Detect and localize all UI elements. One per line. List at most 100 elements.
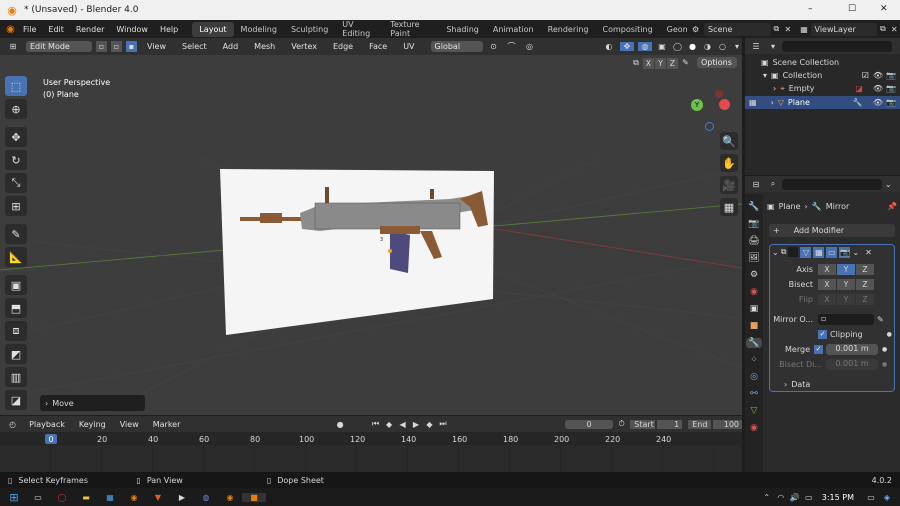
gizmo-x-axis[interactable] xyxy=(719,99,730,110)
blender-launcher-icon[interactable]: ◉ xyxy=(218,493,242,502)
scene-tab-icon[interactable]: ⚙ xyxy=(750,270,758,280)
on-cage-toggle-icon[interactable]: ▦ xyxy=(813,246,825,258)
timeline-menu-playback[interactable]: Playback xyxy=(23,420,71,429)
flip-z-toggle[interactable]: Z xyxy=(856,293,874,305)
bevel-icon[interactable]: ◩ xyxy=(5,344,27,364)
particles-tab-icon[interactable]: ⁘ xyxy=(750,355,758,365)
empty-camera-icon[interactable]: 📷 xyxy=(886,84,896,93)
scene-field[interactable]: Scene xyxy=(704,22,771,36)
bisect-y-toggle[interactable]: Y xyxy=(837,278,855,290)
bisect-x-toggle[interactable]: X xyxy=(818,278,836,290)
merge-distance-field[interactable]: 0.001 m xyxy=(826,343,878,355)
face-select-icon[interactable]: ▪ xyxy=(126,41,137,52)
edit-mode-icon[interactable]: ▦ xyxy=(749,98,757,107)
editor-type-icon[interactable]: ⊞ xyxy=(4,42,22,51)
transform-icon[interactable]: ⊞ xyxy=(5,196,27,216)
blender-menu-icon[interactable]: ◉ xyxy=(4,24,17,35)
gizmo-z-axis[interactable] xyxy=(715,90,723,98)
expand-arrow-icon-2[interactable]: › xyxy=(773,84,776,93)
tray-chevron-icon[interactable]: ⌃ xyxy=(760,493,774,502)
edit-mode-toggle-icon[interactable]: ▽ xyxy=(800,246,812,258)
view-layer-tab-icon[interactable]: 🖼 xyxy=(748,253,759,263)
loop-cut-icon[interactable]: ▥ xyxy=(5,367,27,387)
scale-icon[interactable]: ⤡ xyxy=(5,173,27,193)
plane-camera-icon[interactable]: 📷 xyxy=(886,98,896,107)
tab-sculpting[interactable]: Sculpting xyxy=(284,22,335,37)
outliner-editor-icon[interactable]: ☰ xyxy=(748,42,764,51)
shading-rendered-icon[interactable]: ○ xyxy=(717,42,728,51)
flip-y-toggle[interactable]: Y xyxy=(837,293,855,305)
merge-checkbox[interactable]: ✓ xyxy=(814,344,823,354)
play-reverse-icon[interactable]: ◀ xyxy=(397,420,408,429)
notifications-icon[interactable]: ▭ xyxy=(864,493,878,502)
last-operator-panel[interactable]: › Move xyxy=(40,395,145,411)
media-player-icon[interactable]: ▶ xyxy=(170,493,194,502)
timeline-menu-keying[interactable]: Keying xyxy=(73,420,112,429)
move-icon[interactable]: ✥ xyxy=(5,127,27,147)
clipping-checkbox[interactable]: ✓ xyxy=(818,329,827,339)
navigation-gizmo[interactable]: Y xyxy=(685,90,735,131)
empty-eye-icon[interactable]: 👁 xyxy=(873,84,883,93)
expand-arrow-icon[interactable]: ▾ xyxy=(763,71,767,80)
data-subpanel[interactable]: › Data xyxy=(770,378,894,390)
bisect-z-toggle[interactable]: Z xyxy=(856,278,874,290)
properties-editor-icon[interactable]: ⊟ xyxy=(748,180,764,189)
vp-menu-vertex[interactable]: Vertex xyxy=(285,42,323,51)
annotate-icon[interactable]: ✎ xyxy=(5,224,27,244)
transform-orientation-dropdown[interactable]: Global xyxy=(430,41,483,52)
merge-keyframe-icon[interactable]: ● xyxy=(882,346,887,353)
current-frame-field[interactable]: 0 xyxy=(565,419,613,429)
3d-viewport[interactable]: ⊞ Edit Mode ▫ ▫ ▪ View Select Add Mesh V… xyxy=(0,38,742,415)
properties-search[interactable] xyxy=(782,178,882,190)
vp-menu-select[interactable]: Select xyxy=(176,42,213,51)
file-explorer-icon[interactable]: ▬ xyxy=(74,493,98,502)
gizmo-y-axis[interactable]: Y xyxy=(691,99,703,111)
battery-icon[interactable]: ▭ xyxy=(802,493,816,502)
timeline-editor-icon[interactable]: ◴ xyxy=(4,420,21,429)
mirror-y-toggle[interactable]: Y xyxy=(655,58,666,69)
menu-window[interactable]: Window xyxy=(110,25,154,34)
add-cube-icon[interactable]: ▣ xyxy=(5,275,27,295)
reference-image-plane[interactable]: 3 xyxy=(220,169,496,335)
remove-view-layer-icon[interactable]: ✕ xyxy=(889,25,900,34)
pan-hand-icon[interactable]: ✋ xyxy=(720,154,738,172)
expand-arrow-icon-3[interactable]: › xyxy=(771,98,774,107)
mirror-object-field[interactable]: ▫ xyxy=(818,313,874,325)
scene-collection-row[interactable]: ▣ Scene Collection xyxy=(745,56,900,68)
menu-render[interactable]: Render xyxy=(70,25,110,34)
copilot-icon[interactable]: ◈ xyxy=(878,493,896,502)
proportional-edit-icon[interactable]: ◎ xyxy=(523,42,537,51)
vp-menu-edge[interactable]: Edge xyxy=(327,42,359,51)
measure-icon[interactable]: 📐 xyxy=(5,247,27,267)
menu-edit[interactable]: Edit xyxy=(42,25,70,34)
knife-icon[interactable]: ◪ xyxy=(5,390,27,410)
vp-menu-add[interactable]: Add xyxy=(217,42,245,51)
axis-z-toggle[interactable]: Z xyxy=(856,263,874,275)
opera-icon[interactable]: ◯ xyxy=(50,493,74,502)
record-icon[interactable]: ● xyxy=(333,420,346,429)
view-layer-icon[interactable]: ▦ xyxy=(798,25,811,34)
ortho-grid-icon[interactable]: ▦ xyxy=(720,198,738,216)
mode-dropdown[interactable]: Edit Mode xyxy=(26,41,92,52)
play-icon[interactable]: ▶ xyxy=(410,420,421,429)
menu-file[interactable]: File xyxy=(17,25,42,34)
camera-view-icon[interactable]: 🎥 xyxy=(720,176,738,194)
jump-start-icon[interactable]: ⏮ xyxy=(370,419,381,429)
pin-icon[interactable]: 📌 xyxy=(887,202,897,211)
add-modifier-button[interactable]: + Add Modifier xyxy=(769,224,895,237)
gizmo-neg-z[interactable] xyxy=(705,122,714,131)
object-tab-icon[interactable]: ■ xyxy=(750,321,759,331)
close-button[interactable]: ✕ xyxy=(880,4,888,14)
scene-icon[interactable]: ⚙ xyxy=(689,25,702,34)
volume-icon[interactable]: 🔊 xyxy=(788,493,802,502)
visibility-icon[interactable]: ◐ xyxy=(602,42,616,51)
plane-eye-icon[interactable]: 👁 xyxy=(873,98,883,107)
collapse-icon[interactable]: ⌄ xyxy=(772,248,779,257)
remove-modifier-icon[interactable]: ✕ xyxy=(865,248,872,257)
shading-options-icon[interactable]: ▾ xyxy=(732,42,742,51)
chevron-down-icon[interactable]: ⌄ xyxy=(885,180,892,189)
constraints-tab-icon[interactable]: ⚯ xyxy=(750,389,758,399)
shading-solid-icon[interactable]: ● xyxy=(687,42,698,51)
discord-icon[interactable]: ◍ xyxy=(194,493,218,502)
shading-wireframe-icon[interactable]: ◯ xyxy=(672,42,683,51)
